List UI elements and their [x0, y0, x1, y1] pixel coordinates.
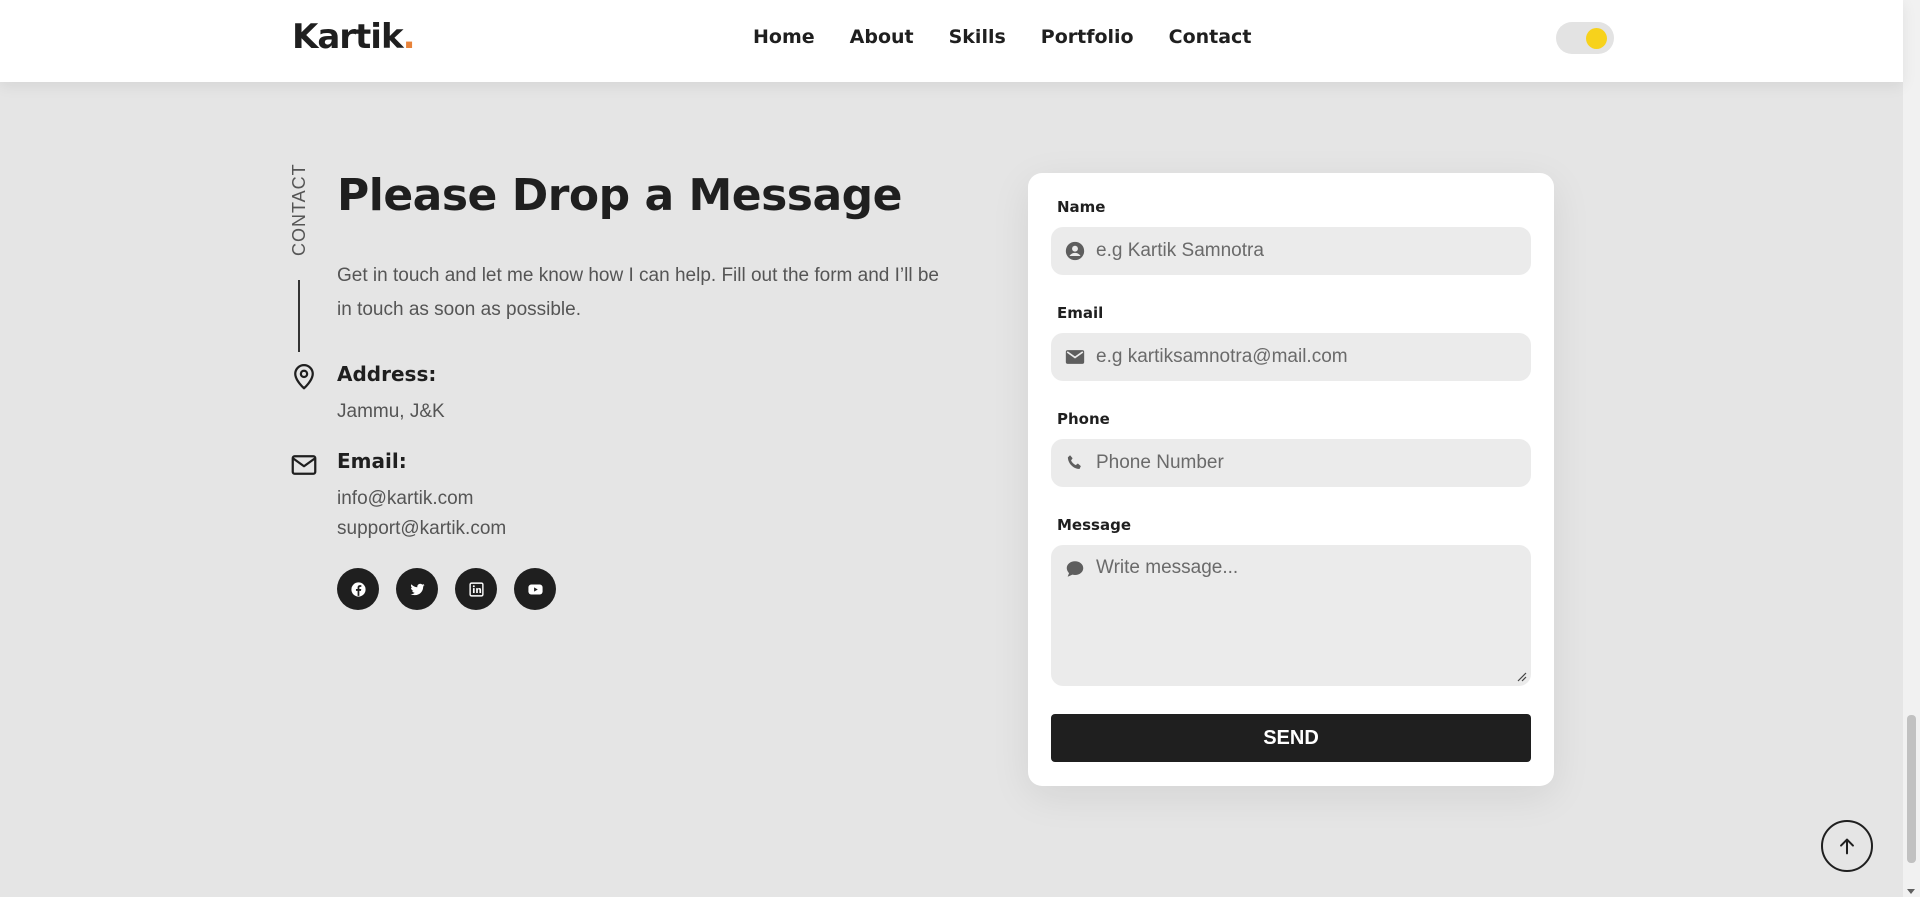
- logo-dot: .: [402, 17, 416, 57]
- envelope-icon: [1064, 346, 1086, 368]
- facebook-icon: [350, 581, 366, 597]
- youtube-link[interactable]: [514, 568, 556, 610]
- nav-about[interactable]: About: [850, 26, 914, 48]
- arrow-up-icon: [1840, 838, 1854, 855]
- name-field-wrap: [1051, 227, 1531, 275]
- section-side-label: CONTACT: [289, 163, 309, 256]
- main-nav: Home About Skills Portfolio Contact: [753, 26, 1251, 48]
- twitter-link[interactable]: [396, 568, 438, 610]
- site-header: Kartik. Home About Skills Portfolio Cont…: [0, 0, 1903, 82]
- phone-input[interactable]: [1096, 439, 1519, 487]
- site-logo[interactable]: Kartik.: [292, 17, 415, 57]
- email-input[interactable]: [1096, 333, 1519, 381]
- message-label: Message: [1057, 516, 1131, 534]
- name-label: Name: [1057, 198, 1106, 216]
- contact-title: Please Drop a Message: [337, 170, 903, 221]
- email-heading: Email:: [337, 449, 407, 473]
- toggle-knob: [1586, 28, 1607, 49]
- phone-label: Phone: [1057, 410, 1110, 428]
- social-links: [337, 568, 556, 610]
- address-value: Jammu, J&K: [337, 401, 445, 422]
- theme-toggle[interactable]: [1556, 22, 1614, 54]
- twitter-icon: [409, 583, 425, 595]
- nav-home[interactable]: Home: [753, 26, 815, 48]
- logo-text: Kartik: [292, 17, 404, 57]
- phone-field-wrap: [1051, 439, 1531, 487]
- nav-skills[interactable]: Skills: [949, 26, 1006, 48]
- email-primary[interactable]: info@kartik.com: [337, 484, 474, 514]
- contact-form: Name Email Phone Message SEND: [1028, 173, 1554, 786]
- facebook-link[interactable]: [337, 568, 379, 610]
- page-scrollbar[interactable]: [1903, 0, 1920, 897]
- scroll-down-arrow-icon[interactable]: [1907, 889, 1915, 894]
- address-heading: Address:: [337, 362, 437, 386]
- user-icon: [1064, 240, 1086, 262]
- send-button[interactable]: SEND: [1051, 714, 1531, 762]
- mail-icon: [289, 450, 319, 480]
- location-pin-icon: [289, 362, 319, 392]
- chat-bubble-icon: [1064, 558, 1086, 580]
- contact-description: Get in touch and let me know how I can h…: [337, 265, 939, 320]
- email-secondary[interactable]: support@kartik.com: [337, 514, 506, 544]
- phone-icon: [1064, 452, 1086, 474]
- scroll-to-top-button[interactable]: [1821, 820, 1873, 872]
- resize-grip-icon[interactable]: [1517, 672, 1527, 682]
- scrollbar-thumb[interactable]: [1907, 715, 1916, 863]
- youtube-icon: [527, 584, 543, 594]
- nav-portfolio[interactable]: Portfolio: [1041, 26, 1134, 48]
- email-label: Email: [1057, 304, 1104, 322]
- side-divider: [298, 280, 300, 352]
- linkedin-icon: [468, 581, 484, 597]
- email-field-wrap: [1051, 333, 1531, 381]
- name-input[interactable]: [1096, 227, 1519, 275]
- nav-contact[interactable]: Contact: [1169, 26, 1252, 48]
- message-textarea[interactable]: [1096, 557, 1519, 677]
- message-field-wrap: [1051, 545, 1531, 686]
- linkedin-link[interactable]: [455, 568, 497, 610]
